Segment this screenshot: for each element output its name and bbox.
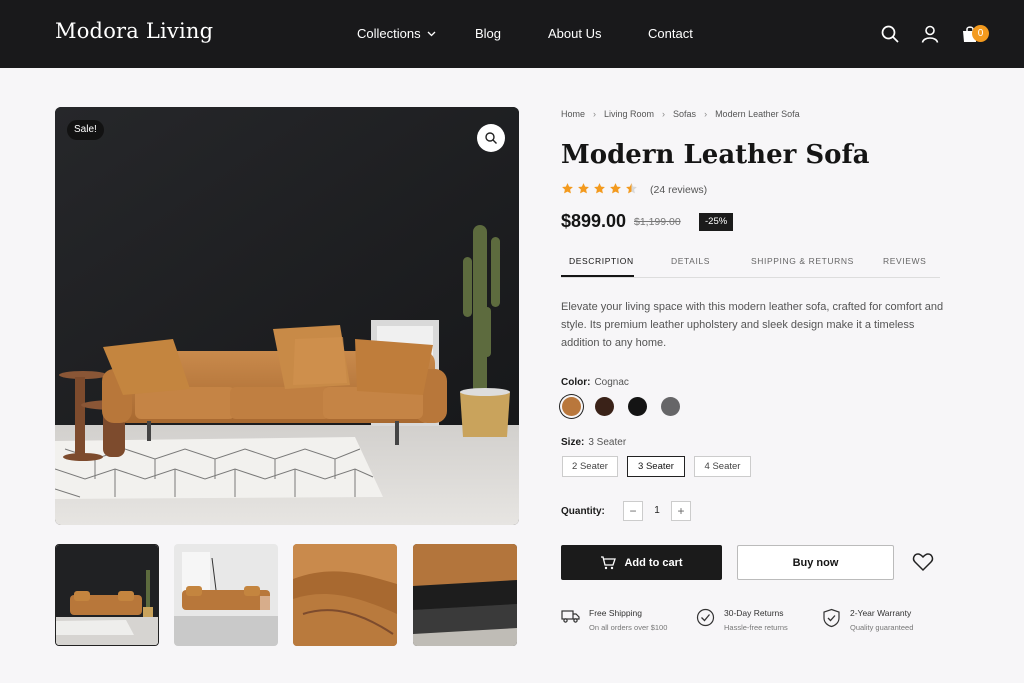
nav-about-us[interactable]: About Us [548, 26, 601, 41]
zoom-button[interactable] [477, 124, 505, 152]
active-tab-indicator [561, 275, 634, 277]
product-title: Modern Leather Sofa [561, 140, 870, 170]
breadcrumb-separator-icon: › [704, 109, 708, 119]
color-swatch-cognac[interactable] [562, 397, 581, 416]
zoom-icon [485, 132, 497, 144]
size-option-label: Size: 3 Seater [561, 437, 626, 448]
feature-title: Free Shipping [589, 608, 642, 618]
thumbnail-2[interactable] [174, 544, 278, 646]
nav-contact[interactable]: Contact [648, 26, 693, 41]
discount-badge: -25% [699, 213, 734, 231]
cart-icon [601, 555, 617, 569]
product-main-image[interactable] [55, 107, 519, 525]
quantity-value[interactable]: 1 [649, 505, 665, 516]
size-4-seater[interactable]: 4 Seater [694, 456, 751, 477]
nav-collections[interactable]: Collections [357, 26, 436, 41]
tab-reviews[interactable]: REVIEWS [883, 256, 926, 266]
color-value: Cognac [594, 377, 629, 388]
size-3-seater[interactable]: 3 Seater [627, 456, 685, 477]
star-rating [561, 182, 638, 195]
size-value: 3 Seater [588, 437, 627, 448]
feature-subtitle: Quality guaranteed [850, 623, 914, 632]
feature-subtitle: Hassle-free returns [724, 623, 788, 632]
thumbnail-4[interactable] [413, 544, 517, 646]
color-swatch-dark-brown[interactable] [595, 397, 614, 416]
quantity-label: Quantity: [561, 506, 605, 517]
chevron-down-icon [427, 31, 436, 36]
feature-returns: 30-Day Returns Hassle-free returns [696, 608, 788, 632]
quantity-increase-button[interactable]: + [671, 501, 691, 521]
original-price: $1,199.00 [634, 216, 681, 228]
tab-details[interactable]: DETAILS [671, 256, 710, 266]
tab-description[interactable]: DESCRIPTION [569, 256, 634, 266]
buy-now-button[interactable]: Buy now [737, 545, 894, 580]
truck-icon [561, 610, 580, 623]
nav-blog[interactable]: Blog [475, 26, 501, 41]
thumbnail-1[interactable] [55, 544, 159, 646]
half-star-icon [626, 183, 637, 194]
color-option-label: Color: Cognac [561, 377, 629, 388]
breadcrumb-current: Modern Leather Sofa [715, 109, 800, 119]
tab-shipping-returns[interactable]: SHIPPING & RETURNS [751, 256, 854, 266]
feature-warranty: 2-Year Warranty Quality guaranteed [822, 608, 913, 632]
star-icon [594, 183, 605, 194]
star-icon [610, 183, 621, 194]
size-label: Size: [561, 437, 585, 448]
site-logo[interactable]: Modora Living [55, 19, 213, 43]
breadcrumb-separator-icon: › [662, 109, 666, 119]
quantity-decrease-button[interactable]: − [623, 501, 643, 521]
color-label: Color: [561, 377, 591, 388]
product-description: Elevate your living space with this mode… [561, 301, 944, 349]
heart-icon[interactable] [912, 552, 934, 572]
check-circle-icon [696, 608, 715, 627]
thumbnail-3[interactable] [293, 544, 397, 646]
review-count-link[interactable]: (24 reviews) [650, 184, 707, 196]
add-to-cart-button[interactable]: Add to cart [561, 545, 722, 580]
breadcrumb: Home › Living Room › Sofas › Modern Leat… [561, 109, 800, 119]
product-tabs: DESCRIPTION DETAILS SHIPPING & RETURNS R… [561, 248, 940, 278]
add-to-cart-label: Add to cart [624, 556, 683, 569]
breadcrumb-sofas[interactable]: Sofas [673, 109, 696, 119]
current-price: $899.00 [561, 211, 627, 231]
size-2-seater[interactable]: 2 Seater [562, 456, 618, 477]
feature-subtitle: On all orders over $100 [589, 623, 668, 632]
feature-title: 2-Year Warranty [850, 608, 912, 618]
user-icon[interactable] [920, 24, 940, 44]
shield-check-icon [823, 608, 840, 628]
color-swatch-gray[interactable] [661, 397, 680, 416]
feature-title: 30-Day Returns [724, 608, 784, 618]
cart-count-badge: 0 [972, 25, 989, 42]
star-icon [562, 183, 573, 194]
search-icon[interactable] [880, 24, 900, 44]
star-icon [578, 183, 589, 194]
sale-badge: Sale! [67, 120, 104, 140]
breadcrumb-separator-icon: › [593, 109, 597, 119]
nav-collections-label: Collections [357, 26, 421, 41]
breadcrumb-home[interactable]: Home [561, 109, 585, 119]
feature-free-shipping: Free Shipping On all orders over $100 [561, 608, 667, 632]
color-swatch-black[interactable] [628, 397, 647, 416]
top-navigation-bar: Modora Living Collections Blog About Us … [0, 0, 1024, 68]
breadcrumb-living-room[interactable]: Living Room [604, 109, 654, 119]
